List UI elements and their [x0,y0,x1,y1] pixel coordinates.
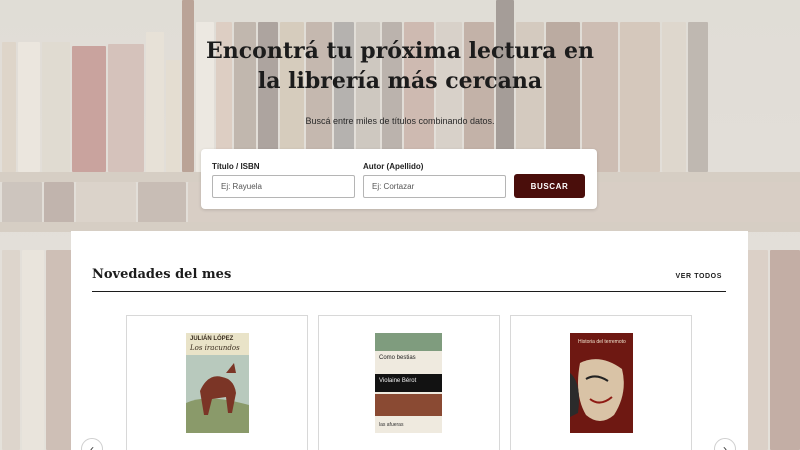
author-input[interactable] [363,175,506,198]
section-divider [92,291,726,292]
cover-publisher: las afueras [379,422,404,428]
search-form: Título / ISBN Autor (Apellido) BUSCAR [201,149,597,209]
book-card[interactable]: JULIÁN LÓPEZ Los iracundos [126,315,308,450]
cover-title: Los iracundos [190,344,240,352]
see-all-link[interactable]: VER TODOS [675,273,722,280]
book-cover: JULIÁN LÓPEZ Los iracundos [186,333,249,433]
news-section: Novedades del mes VER TODOS JULIÁN LÓPEZ… [71,231,748,450]
book-cover: Historia del terremoto [570,333,633,433]
chevron-left-icon: ‹ [90,442,94,450]
chevron-right-icon: › [723,442,727,450]
author-label: Autor (Apellido) [363,162,424,171]
hero-title: Encontrá tu próxima lectura en la librer… [0,36,800,96]
title-isbn-label: Título / ISBN [212,162,260,171]
search-button[interactable]: BUSCAR [514,174,585,198]
book-card[interactable]: Historia del terremoto [510,315,692,450]
hero-title-line1: Encontrá tu próxima lectura en [205,38,595,64]
cover-author: Violaine Bérot [379,378,417,384]
hero-subtitle: Buscá entre miles de títulos combinando … [305,116,495,126]
title-isbn-input[interactable] [212,175,355,198]
cover-author: JULIÁN LÓPEZ [190,336,234,342]
cover-title: Historia del terremoto [578,339,626,345]
section-title: Novedades del mes [92,267,232,282]
book-card[interactable]: Como bestias Violaine Bérot las afueras [318,315,500,450]
cover-title: Como bestias [379,355,416,361]
book-cover: Como bestias Violaine Bérot las afueras [375,333,442,433]
hero-title-line2: la librería más cercana [257,68,543,94]
